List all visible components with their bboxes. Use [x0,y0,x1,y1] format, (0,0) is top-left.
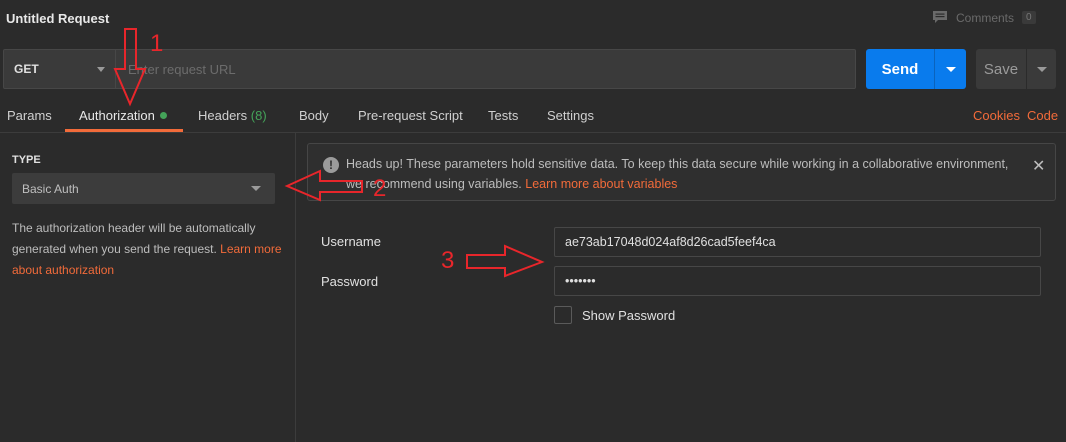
status-dot-icon [159,112,167,119]
annotation-number-1: 1 [150,30,164,57]
tab-body[interactable]: Body [299,108,329,123]
show-password-checkbox[interactable] [554,306,572,324]
chevron-down-icon [945,66,956,72]
tab-authorization-label: Authorization [79,108,155,123]
method-select[interactable]: GET [4,50,116,88]
comments-button[interactable]: Comments 0 [932,10,1036,25]
chevron-down-icon [97,66,105,72]
close-icon[interactable]: ✕ [1032,156,1045,176]
username-field[interactable] [554,227,1041,257]
password-field[interactable] [554,266,1041,296]
alert-text: Heads up! These parameters hold sensitiv… [346,154,1026,194]
tab-tests[interactable]: Tests [488,108,518,123]
sensitive-data-alert: ! Heads up! These parameters hold sensit… [307,143,1056,201]
comments-count-badge: 0 [1022,11,1036,24]
auth-type-value: Basic Auth [22,181,79,196]
annotation-arrow-3 [466,244,545,278]
chevron-down-icon [251,186,261,191]
username-label: Username [321,234,381,249]
tab-headers[interactable]: Headers (8) [198,108,267,123]
annotation-number-2: 2 [373,175,387,202]
warning-icon: ! [323,157,339,173]
cookies-link[interactable]: Cookies [973,108,1020,123]
auth-description-text: The authorization header will be automat… [12,221,256,256]
type-label: TYPE [12,154,41,166]
learn-more-variables-link[interactable]: Learn more about variables [525,177,677,191]
tab-settings[interactable]: Settings [547,108,594,123]
comment-icon [933,11,947,23]
send-label: Send [881,60,919,78]
annotation-number-3: 3 [441,247,455,274]
save-label: Save [983,60,1019,78]
code-link[interactable]: Code [1027,108,1058,123]
comments-label: Comments [956,10,1015,25]
show-password-label: Show Password [582,308,676,323]
request-tabs: Params Authorization Headers (8) Body Pr… [0,101,1066,133]
url-input[interactable] [116,50,855,88]
chevron-down-icon [1036,66,1047,72]
save-options-button[interactable] [1026,49,1056,89]
password-label: Password [321,274,379,289]
auth-type-panel: TYPE Basic Auth The authorization header… [0,133,296,442]
tab-prerequest-script[interactable]: Pre-request Script [358,108,463,123]
url-bar: GET [3,49,856,89]
active-tab-indicator [65,129,183,132]
auth-type-select[interactable]: Basic Auth [12,173,275,204]
method-value: GET [14,62,39,76]
send-options-button[interactable] [934,49,966,89]
auth-description: The authorization header will be automat… [12,218,284,281]
request-title: Untitled Request [6,11,110,26]
tab-headers-count: (8) [250,108,267,123]
tab-headers-label: Headers [198,108,248,123]
send-button[interactable]: Send [866,49,966,89]
save-button[interactable]: Save [976,49,1056,89]
tab-authorization[interactable]: Authorization [79,108,167,123]
tab-params[interactable]: Params [7,108,52,123]
